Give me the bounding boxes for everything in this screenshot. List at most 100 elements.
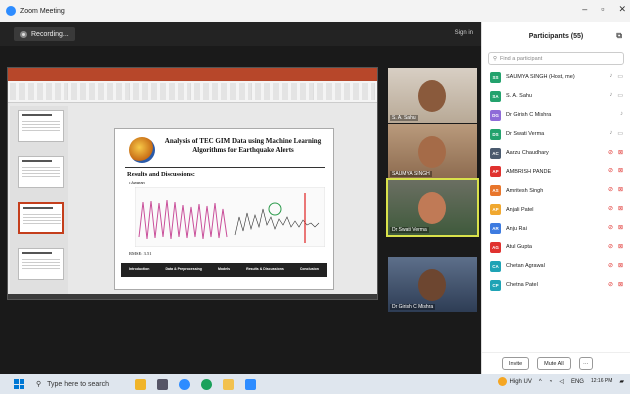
mic-muted-icon[interactable]: ⊘ [608,149,613,156]
camera-icon[interactable]: ▭ [617,130,623,137]
mic-muted-icon[interactable]: ⊘ [608,205,613,212]
weather-widget[interactable]: High UV [497,377,532,386]
camera-icon[interactable]: ▭ [617,92,623,99]
participant-row[interactable]: CP Chetna Patel ⊘ ⊠ [482,276,630,295]
participant-row[interactable]: SA S. A. Sahu ♪ ▭ [482,87,630,106]
participant-row[interactable]: AP Anjali Patel ⊘ ⊠ [482,200,630,219]
rmse-label: RMSE: 3.51 [129,251,152,256]
search-placeholder: Find a participant [500,55,543,62]
slide-bullet: • Awaran [129,180,145,185]
mic-muted-icon[interactable]: ⊘ [608,224,613,231]
maximize-button[interactable]: ▫ [601,4,604,15]
participant-status: ⊘ ⊠ [608,205,623,212]
participant-name: AMBRISH PANDE [506,168,552,175]
slide-thumbnail[interactable] [18,156,64,188]
video-tile[interactable]: SAUMYA SINGH [388,124,477,179]
chevron-up-icon[interactable]: ^ [539,379,542,385]
camera-off-icon[interactable]: ⊠ [618,205,623,212]
video-tile[interactable]: S. A. Sahu [388,68,477,123]
camera-icon[interactable]: ▭ [617,73,623,80]
slide-thumbnail[interactable] [18,110,64,142]
avatar: CP [490,279,501,291]
mic-muted-icon[interactable]: ⊘ [608,281,613,288]
invite-button[interactable]: Invite [502,357,530,370]
mic-icon[interactable]: ♪ [609,73,612,80]
widgets-icon[interactable] [135,378,147,390]
mic-muted-icon[interactable]: ⊘ [608,243,613,250]
flow-step: Data & Preprocessing [165,267,202,272]
slide-thumbnail-active[interactable] [18,202,64,234]
participant-row[interactable]: AP AMBRISH PANDE ⊘ ⊠ [482,162,630,181]
camera-off-icon[interactable]: ⊠ [618,224,623,231]
slide-divider [125,167,325,168]
network-icon[interactable]: ◔ [549,379,553,385]
zoom-app-icon[interactable] [179,378,191,390]
participant-status: ♪ ▭ [609,92,623,99]
camera-off-icon[interactable]: ⊠ [618,186,623,193]
search-icon: ⚲ [36,381,42,388]
tec-time-series-plot [135,187,325,247]
camera-off-icon[interactable]: ⊠ [618,149,623,156]
camera-off-icon[interactable]: ⊠ [618,243,623,250]
participant-status: ⊘ ⊠ [608,281,623,288]
participant-row[interactable]: CA Chetan Agrawal ⊘ ⊠ [482,257,630,276]
mic-icon[interactable]: ♪ [620,111,623,117]
ppt-status-bar [8,294,377,299]
chrome-icon[interactable] [201,378,213,390]
participant-status: ⊘ ⊠ [608,243,623,250]
participant-row[interactable]: SS SAUMYA SINGH (Host, me) ♪ ▭ [482,68,630,87]
file-explorer-icon[interactable] [223,378,235,390]
participants-header: Participants (55) ⧉ [482,22,630,50]
camera-off-icon[interactable]: ⊠ [618,167,623,174]
slide-thumbnail[interactable] [18,248,64,280]
video-tile-active-speaker[interactable]: Dr Swati Verma [386,178,479,237]
minimize-button[interactable]: – [582,4,587,15]
participant-name: Dr Girish C Mishra [506,112,552,119]
popout-icon[interactable]: ⧉ [616,31,622,41]
participant-row[interactable]: DG Dr Girish C Mishra ♪ [482,106,630,125]
participant-name: Amritesh Singh [506,187,544,194]
window-title: Zoom Meeting [20,7,65,15]
video-tile[interactable]: Dr Girish C Mishra [388,257,477,312]
participant-row[interactable]: AC Aarzu Chaudhary ⊘ ⊠ [482,144,630,163]
mic-muted-icon[interactable]: ⊘ [608,262,613,269]
camera-off-icon[interactable]: ⊠ [618,262,623,269]
participant-name: Chetna Patel [506,282,538,289]
participant-row[interactable]: AS Amritesh Singh ⊘ ⊠ [482,181,630,200]
language-indicator[interactable]: ENG [571,379,584,385]
mic-muted-icon[interactable]: ⊘ [608,186,613,193]
taskbar-search[interactable]: ⚲ Type here to search [36,380,109,389]
windows-taskbar: ⚲ Type here to search High UV ^ ◔ ◁ ENG … [0,374,630,394]
participant-video [418,80,446,112]
weather-label: High UV [509,378,532,385]
mic-icon[interactable]: ♪ [609,130,612,137]
sign-in-link[interactable]: Sign in [455,30,473,36]
close-button[interactable]: ✕ [618,4,626,15]
volume-icon[interactable]: ◁ [559,378,564,385]
participant-search-input[interactable]: ⚲ Find a participant [488,52,624,65]
video-tile-name: Dr Swati Verma [390,227,429,233]
participant-video [418,136,446,168]
participant-row[interactable]: DS Dr Swati Verma ♪ ▭ [482,125,630,144]
mute-all-button[interactable]: Mute All [537,357,571,370]
notification-icon[interactable]: ▰ [619,378,624,385]
meeting-app-icon[interactable] [245,378,257,390]
more-options-button[interactable]: ··· [578,357,593,370]
windows-start-icon[interactable] [14,379,24,389]
zoom-logo-icon [6,6,16,16]
participant-status: ⊘ ⊠ [608,167,623,174]
current-slide: Analysis of TEC GIM Data using Machine L… [114,128,334,290]
participant-row[interactable]: AG Atul Gupta ⊘ ⊠ [482,238,630,257]
mic-muted-icon[interactable]: ⊘ [608,167,613,174]
participant-name: Chetan Agrawal [506,263,545,270]
participant-status: ⊘ ⊠ [608,224,623,231]
recording-button[interactable]: Recording... [14,27,75,41]
flow-step: Conclusion [299,267,319,272]
clock[interactable]: 12:16 PM [591,378,612,385]
shared-screen: Analysis of TEC GIM Data using Machine L… [7,67,378,300]
mic-icon[interactable]: ♪ [609,92,612,99]
participant-status: ♪ ▭ [609,73,623,80]
camera-off-icon[interactable]: ⊠ [618,281,623,288]
participant-row[interactable]: AR Anju Rai ⊘ ⊠ [482,219,630,238]
task-view-icon[interactable] [157,378,169,390]
